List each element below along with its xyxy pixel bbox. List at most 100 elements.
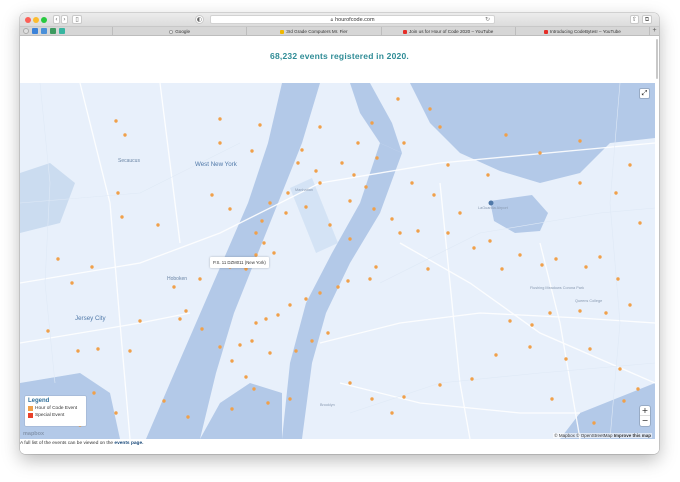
event-marker[interactable] bbox=[488, 239, 492, 243]
event-marker[interactable] bbox=[90, 265, 94, 269]
event-marker[interactable] bbox=[288, 303, 292, 307]
event-marker[interactable] bbox=[228, 207, 232, 211]
event-marker[interactable] bbox=[614, 191, 618, 195]
events-map[interactable]: Secaucus West New York Hoboken Jersey Ci… bbox=[20, 83, 655, 439]
event-marker[interactable] bbox=[375, 156, 379, 160]
event-marker[interactable] bbox=[326, 331, 330, 335]
event-marker[interactable] bbox=[528, 345, 532, 349]
share-icon[interactable]: ⇧ bbox=[630, 15, 639, 24]
address-bar[interactable]: 🔒︎ hourofcode.com ↻ bbox=[210, 15, 495, 24]
event-marker[interactable] bbox=[252, 387, 256, 391]
event-marker[interactable] bbox=[402, 395, 406, 399]
privacy-report-icon[interactable]: ◐ bbox=[195, 15, 204, 24]
event-marker[interactable] bbox=[500, 267, 504, 271]
improve-map-link[interactable]: Improve this map bbox=[614, 433, 651, 438]
event-marker[interactable] bbox=[318, 181, 322, 185]
event-marker[interactable] bbox=[618, 367, 622, 371]
event-marker[interactable] bbox=[276, 313, 280, 317]
event-marker[interactable] bbox=[156, 223, 160, 227]
event-marker[interactable] bbox=[352, 173, 356, 177]
event-marker[interactable] bbox=[238, 343, 242, 347]
event-marker[interactable] bbox=[218, 345, 222, 349]
mapbox-logo[interactable]: mapbox bbox=[23, 431, 44, 437]
event-marker[interactable] bbox=[254, 321, 258, 325]
event-marker[interactable] bbox=[70, 281, 74, 285]
event-marker[interactable] bbox=[472, 246, 476, 250]
event-marker[interactable] bbox=[268, 201, 272, 205]
event-marker[interactable] bbox=[518, 253, 522, 257]
event-marker[interactable] bbox=[508, 319, 512, 323]
event-marker[interactable] bbox=[584, 265, 588, 269]
event-marker[interactable] bbox=[446, 163, 450, 167]
event-marker[interactable] bbox=[264, 317, 268, 321]
event-marker[interactable] bbox=[346, 279, 350, 283]
forward-button[interactable]: › bbox=[61, 15, 68, 24]
event-marker[interactable] bbox=[578, 309, 582, 313]
event-marker[interactable] bbox=[284, 211, 288, 215]
event-marker[interactable] bbox=[114, 119, 118, 123]
tabs-overview-icon[interactable]: ⧉ bbox=[642, 15, 652, 24]
event-marker[interactable] bbox=[123, 133, 127, 137]
event-marker[interactable] bbox=[116, 191, 120, 195]
attribution-osm[interactable]: © OpenStreetMap bbox=[576, 433, 612, 438]
event-marker[interactable] bbox=[268, 351, 272, 355]
event-marker[interactable] bbox=[128, 349, 132, 353]
event-marker[interactable] bbox=[258, 123, 262, 127]
event-marker[interactable] bbox=[310, 339, 314, 343]
event-marker[interactable] bbox=[162, 399, 166, 403]
event-marker[interactable] bbox=[46, 329, 50, 333]
event-marker[interactable] bbox=[368, 277, 372, 281]
favorite-icon[interactable] bbox=[41, 28, 47, 34]
event-marker[interactable] bbox=[592, 421, 596, 425]
event-marker[interactable] bbox=[272, 251, 276, 255]
event-marker[interactable] bbox=[348, 381, 352, 385]
event-marker[interactable] bbox=[458, 211, 462, 215]
event-marker[interactable] bbox=[390, 411, 394, 415]
event-marker[interactable] bbox=[550, 397, 554, 401]
event-marker[interactable] bbox=[578, 181, 582, 185]
event-marker[interactable] bbox=[244, 375, 248, 379]
event-marker[interactable] bbox=[314, 169, 318, 173]
new-tab-button[interactable]: + bbox=[649, 27, 659, 35]
close-window-button[interactable] bbox=[25, 17, 31, 23]
event-marker[interactable] bbox=[398, 231, 402, 235]
reload-icon[interactable]: ↻ bbox=[485, 16, 490, 24]
event-marker[interactable] bbox=[486, 173, 490, 177]
event-marker[interactable] bbox=[578, 139, 582, 143]
event-marker[interactable] bbox=[370, 121, 374, 125]
event-marker[interactable] bbox=[172, 285, 176, 289]
event-marker[interactable] bbox=[636, 387, 640, 391]
event-marker[interactable] bbox=[530, 323, 534, 327]
event-marker[interactable] bbox=[262, 241, 266, 245]
event-marker[interactable] bbox=[340, 161, 344, 165]
favorite-icon[interactable] bbox=[50, 28, 56, 34]
event-marker[interactable] bbox=[250, 339, 254, 343]
event-marker[interactable] bbox=[198, 277, 202, 281]
event-marker[interactable] bbox=[250, 149, 254, 153]
event-marker[interactable] bbox=[200, 327, 204, 331]
event-marker[interactable] bbox=[120, 215, 124, 219]
event-marker[interactable] bbox=[230, 359, 234, 363]
event-marker[interactable] bbox=[76, 349, 80, 353]
event-marker[interactable] bbox=[356, 141, 360, 145]
event-marker[interactable] bbox=[56, 257, 60, 261]
event-marker[interactable] bbox=[328, 223, 332, 227]
tab-3rd-grade[interactable]: 3rd Grade Computers Mr. Fier bbox=[246, 27, 380, 35]
event-marker[interactable] bbox=[390, 217, 394, 221]
event-marker[interactable] bbox=[438, 125, 442, 129]
event-marker[interactable] bbox=[304, 297, 308, 301]
event-marker[interactable] bbox=[294, 349, 298, 353]
event-marker[interactable] bbox=[304, 205, 308, 209]
event-marker[interactable] bbox=[564, 357, 568, 361]
favorite-icon[interactable] bbox=[23, 28, 29, 34]
event-marker[interactable] bbox=[396, 97, 400, 101]
event-marker[interactable] bbox=[622, 399, 626, 403]
event-marker[interactable] bbox=[428, 107, 432, 111]
event-marker[interactable] bbox=[296, 161, 300, 165]
event-marker[interactable] bbox=[604, 311, 608, 315]
favorite-icon[interactable] bbox=[59, 28, 65, 34]
event-marker[interactable] bbox=[638, 221, 642, 225]
event-marker[interactable] bbox=[446, 231, 450, 235]
event-marker[interactable] bbox=[372, 207, 376, 211]
event-marker[interactable] bbox=[96, 347, 100, 351]
